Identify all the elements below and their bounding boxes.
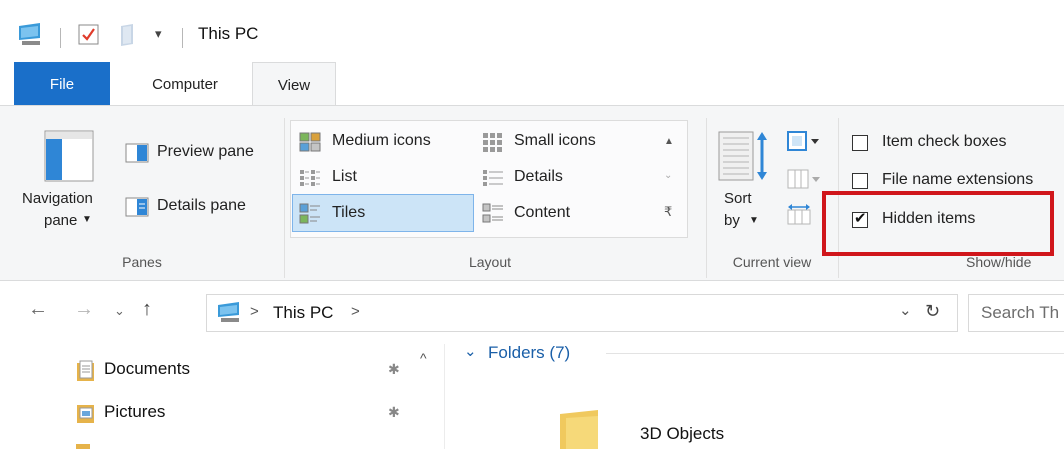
size-columns-to-fit-icon[interactable] <box>786 204 822 226</box>
section-header[interactable]: Folders (7) <box>488 343 570 363</box>
group-by-icon[interactable] <box>786 130 822 152</box>
window-title: This PC <box>198 24 259 43</box>
dropdown-arrow-icon: ▼ <box>749 215 759 226</box>
nav-item-label: Pictures <box>104 402 166 421</box>
preview-pane-icon <box>125 143 149 163</box>
address-field[interactable]: > This PC > ⌄ ↻ <box>206 294 958 332</box>
forward-arrow-icon[interactable]: → <box>74 298 94 321</box>
panes-group-label: Panes <box>122 254 162 270</box>
title-bar: ▾ This PC <box>0 0 1064 62</box>
pictures-folder-icon <box>77 405 94 423</box>
dropdown-arrow-icon: ▼ <box>82 214 92 225</box>
customize-qat-icon[interactable]: ▾ <box>155 26 162 42</box>
layout-option-label: Small icons <box>514 132 596 149</box>
add-columns-icon[interactable] <box>786 168 822 190</box>
refresh-icon[interactable]: ↻ <box>925 301 940 322</box>
ribbon-tabs: File Computer View <box>0 62 1064 107</box>
sort-by-icon <box>718 131 767 181</box>
current-view-group-label: Current view <box>732 254 812 270</box>
gallery-scroll-down-icon[interactable]: ⌄ <box>664 170 672 181</box>
nav-item-label: Documents <box>104 359 190 378</box>
search-input[interactable]: Search Th <box>968 294 1064 332</box>
list-icon <box>300 170 320 186</box>
tab-file[interactable]: File <box>14 62 110 106</box>
navigation-pane-label: Navigation <box>22 190 93 207</box>
content-icon <box>482 203 503 223</box>
small-icons-icon <box>483 133 502 152</box>
group-separator <box>706 118 707 278</box>
breadcrumb-separator[interactable]: > <box>351 303 360 320</box>
folder-icon <box>76 444 90 449</box>
navigation-pane-label-2: pane <box>44 212 78 229</box>
tab-view[interactable]: View <box>252 62 336 107</box>
layout-option-label: Details <box>514 168 563 185</box>
separator <box>60 28 61 48</box>
details-pane-icon <box>125 197 149 217</box>
breadcrumb-this-pc[interactable]: This PC <box>273 303 333 323</box>
breadcrumb-separator[interactable]: > <box>250 303 259 320</box>
pin-icon[interactable]: ✱ <box>388 361 400 378</box>
sort-by-label-2: by <box>724 212 740 229</box>
computer-icon <box>218 302 239 322</box>
layout-group-label: Layout <box>468 254 512 270</box>
address-bar-row: ← → ⌄ ↑ > This PC > ⌄ ↻ Search Th <box>0 282 1064 344</box>
documents-folder-icon <box>77 360 94 381</box>
section-header-line <box>606 353 1064 354</box>
show-hide-group-label: Show/hide <box>966 254 1032 270</box>
properties-icon[interactable] <box>78 24 100 46</box>
recent-locations-chevron-icon[interactable]: ⌄ <box>114 303 125 319</box>
search-placeholder: Search Th <box>981 303 1060 322</box>
3d-objects-folder-icon[interactable] <box>558 410 608 449</box>
sort-by-label: Sort <box>724 190 752 207</box>
tiles-icon <box>299 203 320 224</box>
file-name-extensions-label: File name extensions <box>882 171 1034 188</box>
gallery-expand-icon[interactable]: ₹ <box>664 204 672 220</box>
layout-option-label: Tiles <box>332 204 366 221</box>
pane-divider[interactable] <box>444 344 445 449</box>
pin-icon[interactable]: ✱ <box>388 404 400 421</box>
gallery-scroll-up-icon[interactable]: ▲ <box>664 136 674 147</box>
address-dropdown-chevron-icon[interactable]: ⌄ <box>899 301 912 319</box>
layout-option-label: List <box>332 168 357 185</box>
preview-pane-label: Preview pane <box>157 143 254 160</box>
tab-computer[interactable]: Computer <box>118 62 252 106</box>
medium-icons-icon <box>299 132 321 152</box>
hidden-items-highlight <box>822 191 1054 256</box>
folder-name[interactable]: 3D Objects <box>640 424 724 444</box>
computer-icon[interactable] <box>16 22 44 48</box>
layout-option-label: Content <box>514 204 571 221</box>
separator <box>182 28 183 48</box>
collapse-chevron-icon[interactable]: ⌄ <box>464 342 477 360</box>
details-pane-label: Details pane <box>157 197 246 214</box>
item-check-boxes-label: Item check boxes <box>882 133 1007 150</box>
item-check-boxes-checkbox[interactable] <box>852 135 868 151</box>
up-arrow-icon[interactable]: ↑ <box>142 298 152 321</box>
file-name-extensions-checkbox[interactable] <box>852 173 868 189</box>
navigation-pane-icon <box>44 130 94 182</box>
layout-option-label: Medium icons <box>332 132 431 149</box>
group-separator <box>284 118 285 278</box>
new-folder-icon[interactable] <box>118 24 138 46</box>
ribbon: Navigation pane ▼ Preview pane Details p… <box>0 105 1064 281</box>
back-arrow-icon[interactable]: ← <box>28 298 48 321</box>
scroll-up-chevron-icon[interactable]: ^ <box>420 350 427 366</box>
details-icon <box>483 170 503 186</box>
content-area: Documents ✱ Pictures ✱ ^ ⌄ Folders (7) 3… <box>0 342 1064 449</box>
